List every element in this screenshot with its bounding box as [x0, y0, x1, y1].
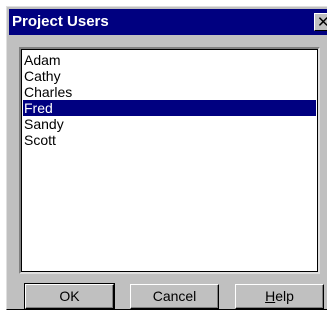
list-item-fred[interactable]: Fred [23, 100, 316, 116]
list-item-scott[interactable]: Scott [23, 132, 316, 148]
ok-button[interactable]: OK [24, 283, 115, 310]
close-icon: ✕ [317, 13, 327, 31]
dialog-title: Project Users [12, 13, 109, 30]
cancel-button[interactable]: Cancel [130, 284, 219, 309]
list-item-adam[interactable]: Adam [23, 52, 316, 68]
list-item-cathy[interactable]: Cathy [23, 68, 316, 84]
list-item-sandy[interactable]: Sandy [23, 116, 316, 132]
users-list: Adam Cathy Charles Fred Sandy Scott [23, 52, 316, 148]
title-bar[interactable]: Project Users ✕ [9, 9, 327, 35]
close-button[interactable]: ✕ [314, 13, 327, 31]
help-label-rest: elp [275, 288, 294, 304]
project-users-dialog: Project Users ✕ Adam Cathy Charles Fred … [6, 6, 327, 310]
help-accelerator: H [265, 288, 276, 304]
help-button[interactable]: Help [235, 284, 324, 309]
list-item-charles[interactable]: Charles [23, 84, 316, 100]
users-listbox[interactable]: Adam Cathy Charles Fred Sandy Scott [19, 47, 320, 274]
